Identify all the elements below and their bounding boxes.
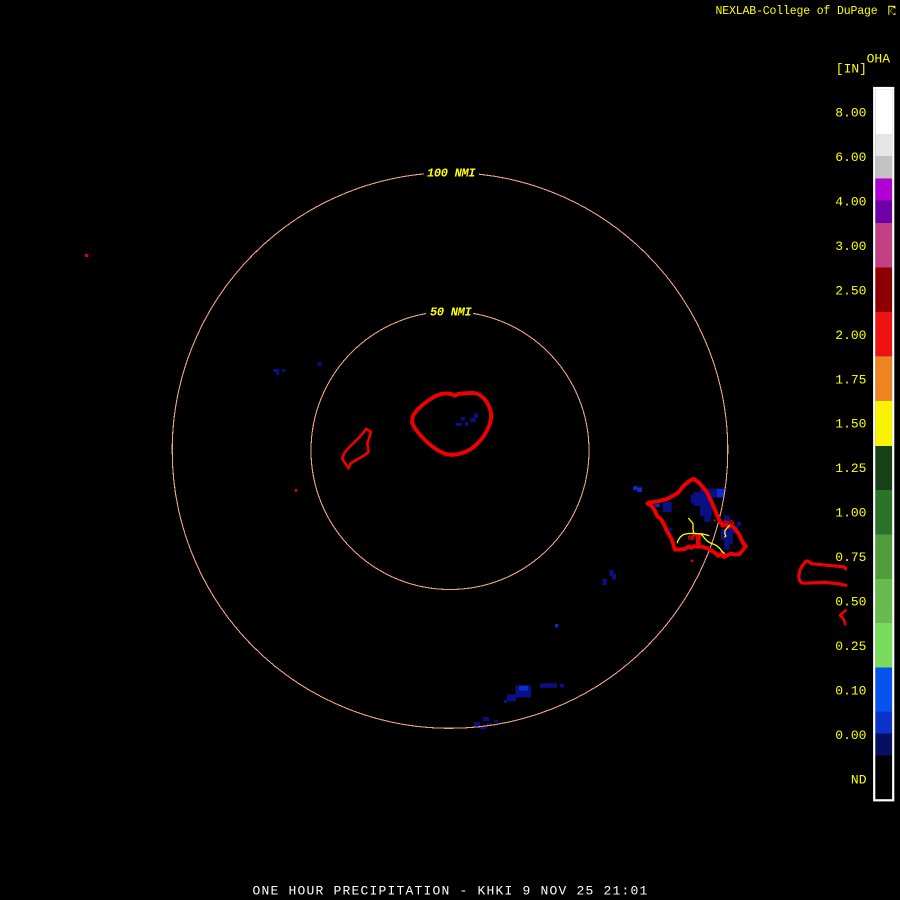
- svg-text:0.00: 0.00: [835, 728, 866, 743]
- svg-text:0.25: 0.25: [835, 639, 866, 654]
- svg-text:2.50: 2.50: [835, 283, 866, 298]
- svg-text:6.00: 6.00: [835, 150, 866, 165]
- svg-text:3.00: 3.00: [835, 239, 866, 254]
- svg-text:[IN]: [IN]: [836, 62, 867, 77]
- svg-text:4.00: 4.00: [835, 195, 866, 210]
- svg-text:ND: ND: [851, 772, 867, 787]
- svg-text:ONE HOUR PRECIPITATION - KHKI: ONE HOUR PRECIPITATION - KHKI 9 NOV 25 2…: [253, 884, 649, 899]
- svg-text:OHA: OHA: [867, 52, 891, 67]
- svg-text:1.25: 1.25: [835, 461, 866, 476]
- svg-text:50 NMI: 50 NMI: [430, 306, 473, 320]
- svg-text:0.10: 0.10: [835, 683, 866, 698]
- svg-text:1.50: 1.50: [835, 417, 866, 432]
- svg-text:NEXLAB-College of DuPage: NEXLAB-College of DuPage: [716, 5, 878, 18]
- svg-text:100 NMI: 100 NMI: [427, 167, 476, 181]
- svg-text:0.75: 0.75: [835, 550, 866, 565]
- svg-text:1.75: 1.75: [835, 372, 866, 387]
- svg-text:1.00: 1.00: [835, 506, 866, 521]
- svg-text:8.00: 8.00: [835, 106, 866, 121]
- svg-text:2.00: 2.00: [835, 328, 866, 343]
- svg-text:0.50: 0.50: [835, 595, 866, 610]
